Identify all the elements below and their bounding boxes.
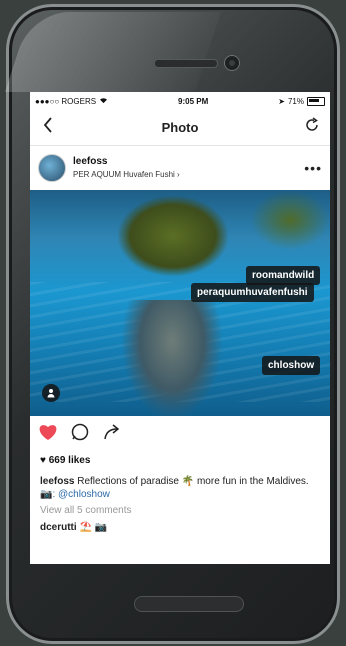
comment-icon[interactable] (70, 423, 90, 445)
nav-bar: Photo (30, 110, 330, 146)
speaker-grille (154, 59, 218, 68)
refresh-icon[interactable] (302, 117, 322, 138)
back-chevron-icon[interactable] (38, 117, 58, 138)
comment-username[interactable]: dcerutti (40, 522, 77, 533)
caption-mention-line: 📷: @chloshow (30, 488, 330, 501)
battery-percent: 71% (287, 96, 304, 106)
battery-icon (306, 96, 325, 106)
camera-emoji-icon: 📷 (40, 489, 53, 500)
post-location[interactable]: PER AQUUM Huvafen Fushi › (73, 168, 304, 181)
caption-text: Reflections of paradise 🌴 more fun in th… (77, 476, 309, 487)
post-caption: leefoss Reflections of paradise 🌴 more f… (30, 475, 330, 488)
home-button[interactable] (134, 596, 244, 612)
avatar[interactable] (38, 154, 66, 182)
more-options-button[interactable]: ••• (304, 160, 322, 176)
palm-tree-shape (118, 196, 228, 276)
mention-link[interactable]: : @chloshow (52, 489, 109, 500)
post-header: leefoss PER AQUUM Huvafen Fushi › ••• (30, 146, 330, 190)
page-title: Photo (161, 120, 199, 135)
palm-tree-shape (250, 190, 330, 250)
status-bar: ●●●○○ ROGERS 9:05 PM ➤ 71% (30, 92, 330, 110)
location-arrow-icon: ➤ (278, 96, 285, 106)
chevron-right-icon: › (177, 170, 180, 179)
post-photo[interactable]: roomandwild peraquumhuvafenfushi chlosho… (30, 190, 330, 416)
wifi-icon (99, 97, 108, 106)
tagged-people-icon[interactable] (42, 384, 60, 402)
photo-tag[interactable]: chloshow (262, 356, 321, 375)
clock: 9:05 PM (178, 96, 209, 106)
caption-username[interactable]: leefoss (40, 476, 74, 487)
front-camera (224, 55, 240, 71)
comment-text: ⛱️ 📷 (79, 522, 108, 533)
comment-row: dcerutti ⛱️ 📷 (30, 522, 330, 533)
photo-tag[interactable]: peraquumhuvafenfushi (191, 283, 314, 302)
post-location-text: PER AQUUM Huvafen Fushi (73, 170, 175, 179)
share-icon[interactable] (102, 423, 122, 445)
phone-screen: ●●●○○ ROGERS 9:05 PM ➤ 71% Photo leefoss… (30, 92, 330, 564)
likes-count[interactable]: ♥ 669 likes (30, 455, 330, 466)
view-comments-link[interactable]: View all 5 comments (30, 505, 330, 516)
carrier-label: ●●●○○ ROGERS (35, 96, 97, 106)
post-actions (30, 416, 330, 452)
heart-icon[interactable] (38, 423, 58, 445)
post-username[interactable]: leefoss (73, 155, 304, 168)
post-user-block: leefoss PER AQUUM Huvafen Fushi › (73, 155, 304, 181)
swimmer-shape (122, 300, 222, 416)
screen-glare (5, 12, 221, 92)
